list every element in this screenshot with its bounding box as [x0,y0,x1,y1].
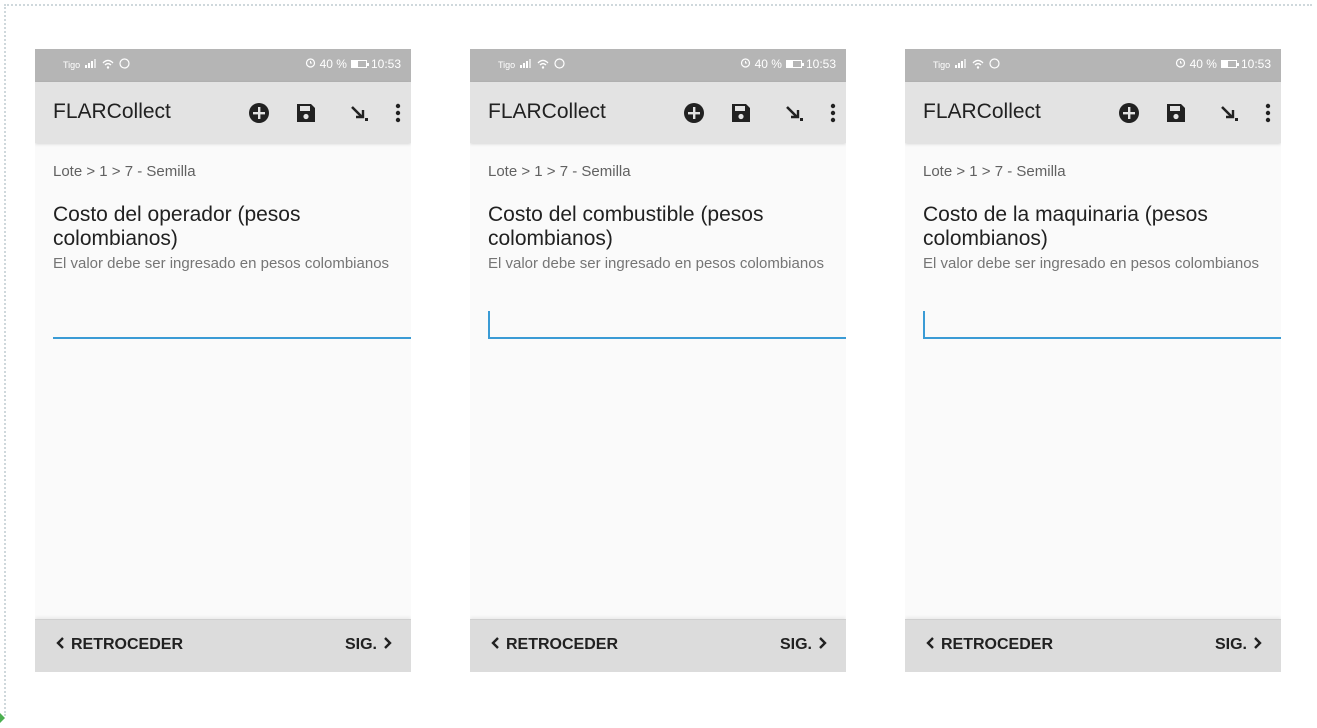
save-icon[interactable] [1163,100,1189,126]
breadcrumb: Lote > 1 > 7 - Semilla [488,163,631,180]
question-hint: El valor debe ser ingresado en pesos col… [488,255,825,272]
navigation-bar: RETROCEDER SIG. [35,619,411,672]
chevron-left-icon [55,636,65,654]
signal-icon [955,59,967,71]
battery-percent: 40 % [1189,57,1217,71]
save-icon[interactable] [728,100,754,126]
status-bar: Tigo 40 % 10:53 [470,49,846,82]
question-label: Costo del operador (pesos colombianos) [53,203,301,250]
phone-screen-3: Tigo 40 % 10:53 FLARCollect Lote > 1 > 7… [905,49,1281,672]
app-toolbar: FLARCollect [35,82,411,143]
add-circle-icon[interactable] [681,100,707,126]
chevron-right-icon [818,636,828,654]
answer-input[interactable] [53,303,411,339]
back-button[interactable]: RETROCEDER [490,636,618,654]
carrier-label: Tigo [498,60,516,70]
app-toolbar: FLARCollect [905,82,1281,143]
navigation-bar: RETROCEDER SIG. [905,619,1281,672]
whatsapp-icon [989,58,1000,72]
whatsapp-icon [119,58,130,72]
navigation-bar: RETROCEDER SIG. [470,619,846,672]
next-button-label: SIG. [344,636,377,653]
next-button-label: SIG. [1214,636,1247,653]
question-hint: El valor debe ser ingresado en pesos col… [923,255,1260,272]
app-title: FLARCollect [923,100,1041,123]
whatsapp-icon [554,58,565,72]
save-icon[interactable] [293,100,319,126]
add-circle-icon[interactable] [246,100,272,126]
answer-input[interactable] [923,303,1281,339]
chevron-right-icon [1253,636,1263,654]
question-label: Costo de la maquinaria (pesos colombiano… [923,203,1208,250]
text-cursor [488,311,490,337]
answer-input[interactable] [488,303,846,339]
back-button-label: RETROCEDER [71,636,184,653]
chevron-right-icon [383,636,393,654]
text-cursor [923,311,925,337]
alarm-icon [1175,57,1186,71]
add-circle-icon[interactable] [1116,100,1142,126]
chevron-left-icon [490,636,500,654]
wifi-icon [537,59,549,72]
signal-icon [85,59,97,71]
status-bar: Tigo 40 % 10:53 [905,49,1281,82]
battery-icon [785,60,804,68]
back-button[interactable]: RETROCEDER [925,636,1053,654]
status-bar: Tigo 40 % 10:53 [35,49,411,82]
carrier-label: Tigo [63,60,81,70]
clock: 10:53 [370,57,401,71]
app-title: FLARCollect [488,100,606,123]
next-button-label: SIG. [779,636,812,653]
question-label: Costo del combustible (pesos colombianos… [488,203,764,250]
back-button[interactable]: RETROCEDER [55,636,183,654]
alarm-icon [740,57,751,71]
breadcrumb: Lote > 1 > 7 - Semilla [923,163,1066,180]
jump-icon[interactable] [782,100,808,126]
back-button-label: RETROCEDER [506,636,619,653]
wifi-icon [102,59,114,72]
signal-icon [520,59,532,71]
next-button[interactable]: SIG. [780,636,828,654]
battery-percent: 40 % [754,57,782,71]
battery-icon [1220,60,1239,68]
carrier-label: Tigo [933,60,951,70]
app-toolbar: FLARCollect [470,82,846,143]
alarm-icon [305,57,316,71]
corner-marker [0,710,6,723]
clock: 10:53 [805,57,836,71]
app-title: FLARCollect [53,100,171,123]
battery-icon [350,60,369,68]
next-button[interactable]: SIG. [345,636,393,654]
breadcrumb: Lote > 1 > 7 - Semilla [53,163,196,180]
more-vert-icon[interactable] [391,100,405,126]
more-vert-icon[interactable] [826,100,840,126]
phone-screen-2: Tigo 40 % 10:53 FLARCollect Lote > 1 > 7… [470,49,846,672]
next-button[interactable]: SIG. [1215,636,1263,654]
more-vert-icon[interactable] [1261,100,1275,126]
chevron-left-icon [925,636,935,654]
question-hint: El valor debe ser ingresado en pesos col… [53,255,390,272]
battery-percent: 40 % [319,57,347,71]
phone-screen-1: Tigo 40 % 10:53 FLARCollect Lote > 1 > 7… [35,49,411,672]
back-button-label: RETROCEDER [941,636,1054,653]
jump-icon[interactable] [347,100,373,126]
jump-icon[interactable] [1217,100,1243,126]
clock: 10:53 [1240,57,1271,71]
wifi-icon [972,59,984,72]
